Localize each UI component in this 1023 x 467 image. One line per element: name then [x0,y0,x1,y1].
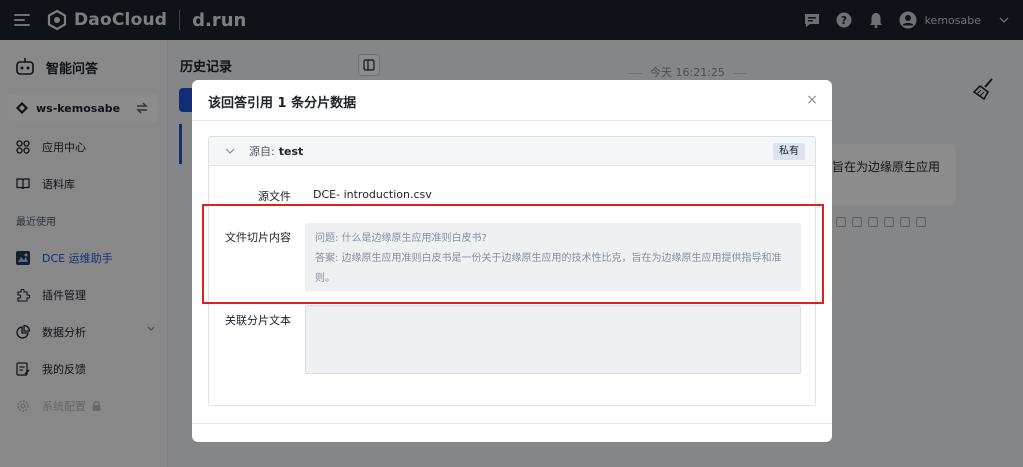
related-label: 关联分片文本 [225,314,291,327]
related-text-field[interactable] [305,305,801,374]
source-label: 源自: test [249,143,303,159]
modal-divider [192,120,832,121]
highlight-box [202,204,824,304]
chevron-down-icon[interactable] [225,148,235,154]
chunk-card-header[interactable]: 源自: test 私有 [209,137,815,166]
file-label: 源文件 [258,190,291,203]
source-prefix: 源自: [249,145,275,158]
visibility-tag: 私有 [773,143,805,160]
file-value: DCE- introduction.csv [313,188,432,201]
source-name: test [278,145,304,158]
modal-footer-divider [192,423,832,424]
close-icon[interactable]: × [806,92,818,108]
modal-title: 该回答引用 1 条分片数据 [208,96,357,111]
